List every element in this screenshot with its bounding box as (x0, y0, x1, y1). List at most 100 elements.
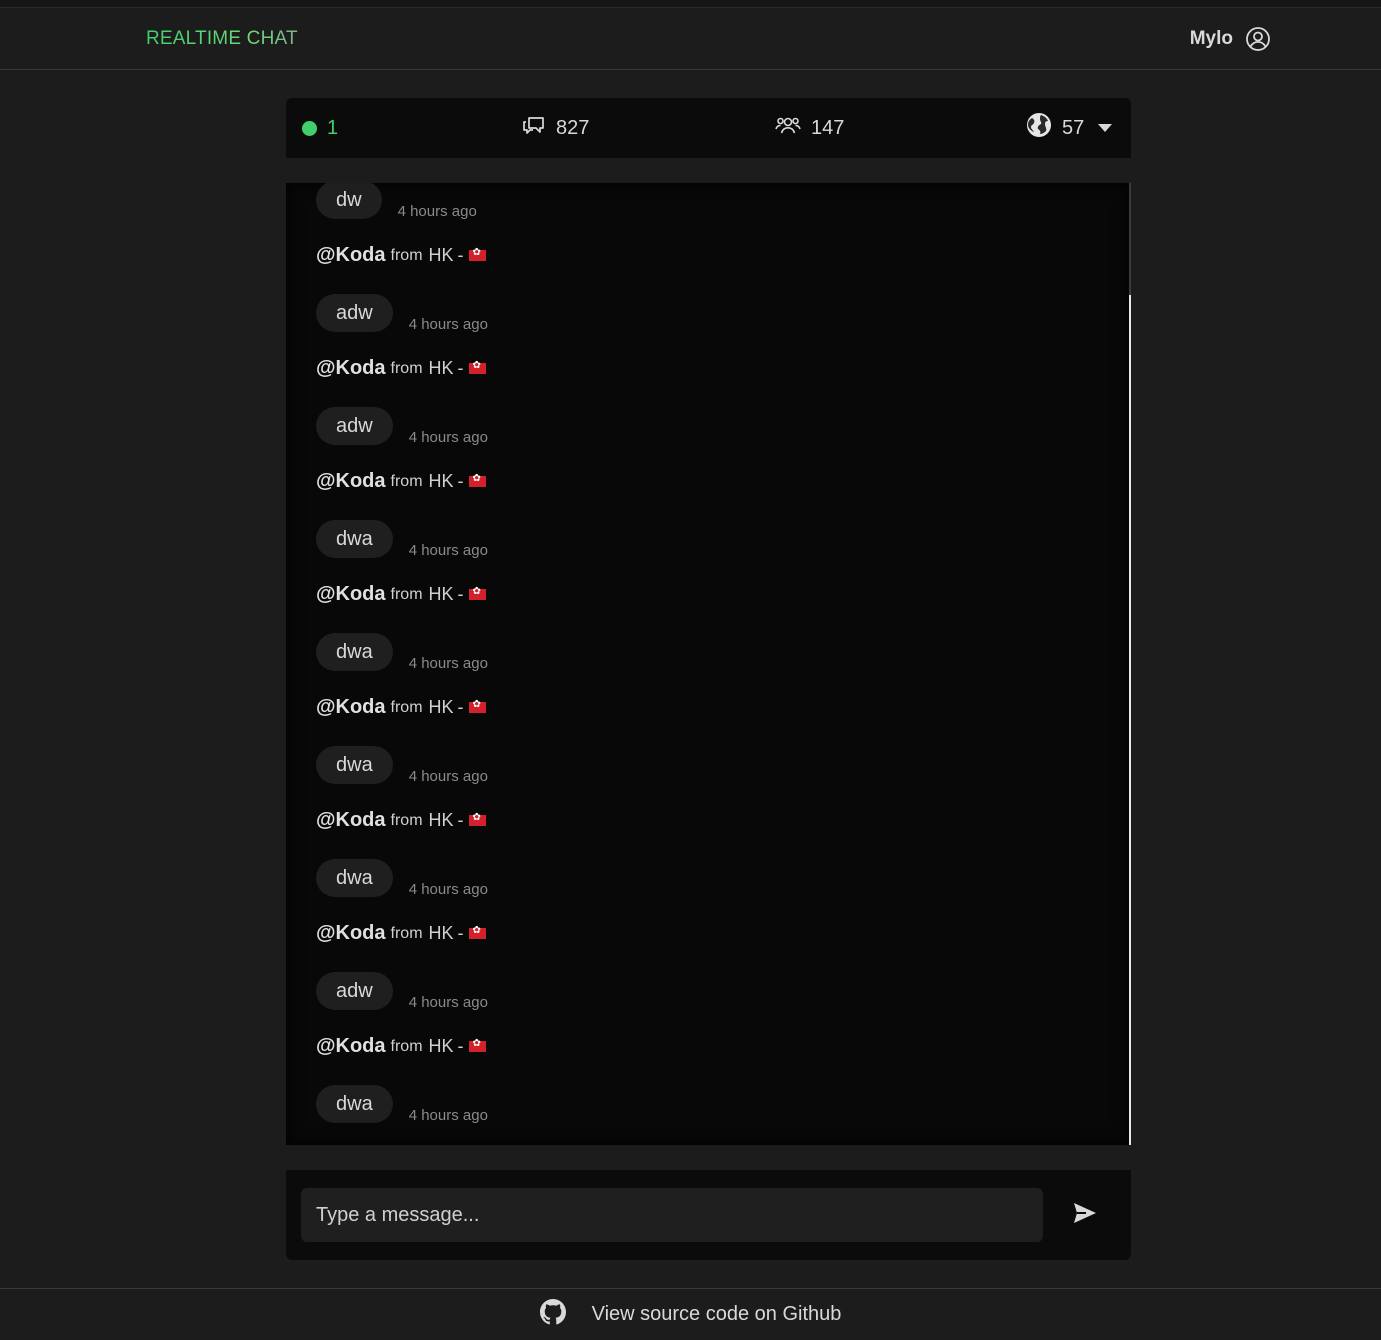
author-handle[interactable]: @Koda (316, 244, 386, 267)
country-flag-icon (468, 586, 486, 600)
country-flag-icon (468, 1038, 486, 1052)
message-bubble[interactable]: dwa (316, 633, 393, 671)
country-flag-icon (468, 812, 486, 826)
from-label: from (390, 359, 423, 377)
country-code: HK (428, 358, 454, 378)
github-link[interactable]: View source code on Github (592, 1303, 842, 1326)
country-code: HK (428, 1036, 454, 1056)
message-item: dwa 4 hours ago (316, 1085, 1096, 1123)
message-bubble[interactable]: adw (316, 407, 393, 445)
message-author-line: @Koda from HK - (316, 576, 1096, 613)
country-code: HK (428, 245, 454, 265)
separator: - (457, 471, 464, 491)
github-icon[interactable] (539, 1299, 566, 1330)
message-timestamp: 4 hours ago (408, 881, 488, 898)
message-author-line: @Koda from HK - (316, 689, 1096, 726)
message-author-line: @Koda from HK - (316, 237, 1096, 274)
online-count: 1 (302, 98, 338, 158)
message-bubble[interactable]: dw (316, 183, 382, 219)
message-timestamp: 4 hours ago (408, 542, 488, 559)
message-item: dwa 4 hours ago (316, 859, 1096, 897)
user-menu[interactable]: Mylo (1190, 25, 1271, 53)
author-handle[interactable]: @Koda (316, 696, 386, 719)
message-timestamp: 4 hours ago (408, 994, 488, 1011)
scrollbar-track[interactable] (1129, 183, 1131, 1145)
message-bubble[interactable]: adw (316, 294, 393, 332)
message-list-panel[interactable]: dw4 hours ago@KodafromHK-adw4 hours ago@… (286, 183, 1131, 1145)
online-dot-icon (302, 120, 317, 136)
country-code: HK (428, 471, 454, 491)
separator: - (457, 584, 464, 604)
author-handle[interactable]: @Koda (316, 583, 386, 606)
message-author-line: @Koda from HK - (316, 915, 1096, 952)
message-author-line: @Koda from HK - (316, 463, 1096, 500)
author-handle[interactable]: @Koda (316, 1035, 386, 1058)
message-author-line: @OzzyfromBO- (316, 1141, 1096, 1145)
from-label: from (390, 924, 423, 942)
send-button[interactable] (1072, 1200, 1102, 1230)
users-icon (775, 114, 801, 142)
message-timestamp: 4 hours ago (408, 1107, 488, 1124)
country-flag-icon (468, 247, 486, 261)
user-count-value: 147 (811, 116, 845, 139)
from-label: from (390, 585, 423, 603)
author-handle[interactable]: @Koda (316, 357, 386, 380)
globe-icon (1026, 112, 1052, 144)
message-count-value: 827 (556, 116, 590, 139)
message-bubble[interactable]: dwa (316, 520, 393, 558)
country-flag-icon (468, 360, 486, 374)
author-handle[interactable]: @Koda (316, 809, 386, 832)
separator: - (457, 245, 464, 265)
message-input[interactable] (301, 1188, 1043, 1242)
from-label: from (390, 246, 423, 264)
message-item: dwa 4 hours ago (316, 633, 1096, 671)
country-code: HK (428, 584, 454, 604)
country-code: HK (428, 810, 454, 830)
separator: - (457, 923, 464, 943)
message-list: dw4 hours ago@KodafromHK-adw4 hours ago@… (316, 183, 1096, 1145)
country-flag-icon (468, 925, 486, 939)
message-item: adw 4 hours ago (316, 294, 1096, 332)
country-flag-icon (468, 699, 486, 713)
separator: - (457, 697, 464, 717)
country-count-dropdown[interactable]: 57 (1026, 98, 1113, 158)
user-count: 147 (775, 98, 844, 158)
message-timestamp: 4 hours ago (408, 655, 488, 672)
message-item: adw 4 hours ago (316, 972, 1096, 1010)
message-timestamp: 4 hours ago (397, 203, 477, 220)
separator: - (457, 1036, 464, 1056)
navbar: REALTIME CHAT Mylo (0, 9, 1381, 70)
stats-bar: 1 827 147 57 (286, 98, 1131, 158)
from-label: from (390, 811, 423, 829)
message-bubble[interactable]: dwa (316, 859, 393, 897)
message-timestamp: 4 hours ago (408, 768, 488, 785)
composer (286, 1170, 1131, 1260)
country-count-value: 57 (1062, 116, 1085, 139)
online-count-value: 1 (327, 116, 339, 139)
message-bubble[interactable]: adw (316, 972, 393, 1010)
send-icon[interactable] (1072, 1200, 1098, 1226)
separator: - (457, 358, 464, 378)
user-name[interactable]: Mylo (1190, 28, 1233, 50)
scrollbar-thumb[interactable] (1129, 183, 1131, 295)
message-author-line: @Koda from HK - (316, 1028, 1096, 1065)
from-label: from (390, 698, 423, 716)
message-bubble[interactable]: dwa (316, 1085, 393, 1123)
message-item: dwa 4 hours ago (316, 520, 1096, 558)
message-item: dw 4 hours ago (316, 183, 1096, 219)
message-count: 827 (522, 98, 589, 158)
message-item: dwa 4 hours ago (316, 746, 1096, 784)
separator: - (457, 810, 464, 830)
chat-bubbles-icon (522, 114, 546, 142)
message-timestamp: 4 hours ago (408, 429, 488, 446)
message-author-line: @Koda from HK - (316, 350, 1096, 387)
chevron-down-icon[interactable] (1098, 124, 1113, 132)
message-timestamp: 4 hours ago (408, 316, 488, 333)
message-bubble[interactable]: dwa (316, 746, 393, 784)
from-label: from (390, 1037, 423, 1055)
author-handle[interactable]: @Koda (316, 470, 386, 493)
author-handle[interactable]: @Koda (316, 922, 386, 945)
window-top-strip (0, 0, 1381, 8)
user-circle-icon[interactable] (1245, 26, 1271, 52)
app-title[interactable]: REALTIME CHAT (146, 28, 298, 50)
